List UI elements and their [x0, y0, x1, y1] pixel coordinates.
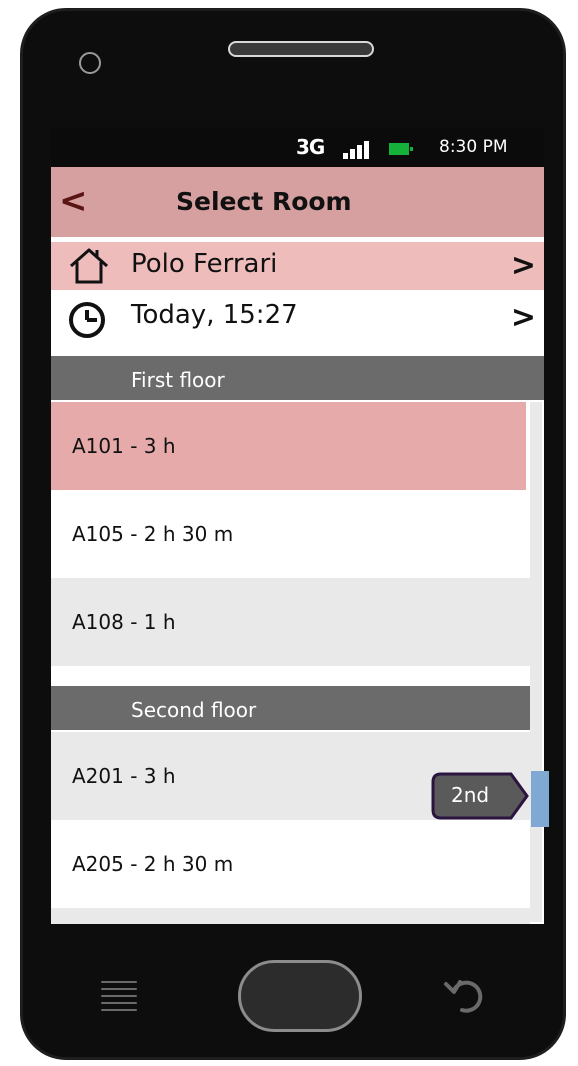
signal-bars-icon [343, 141, 371, 159]
speaker-grille [228, 41, 374, 57]
section-header-second-floor: Second floor [51, 686, 530, 730]
scroll-track[interactable] [530, 402, 542, 922]
back-arrow-icon[interactable] [440, 970, 490, 1020]
scroll-section-tooltip: 2nd [431, 772, 529, 820]
chevron-right-icon: > [510, 300, 536, 335]
tooltip-label: 2nd [451, 783, 490, 807]
camera-icon [79, 52, 101, 74]
room-label: A108 - 1 h [72, 610, 176, 634]
house-icon [70, 248, 108, 284]
page-title: Select Room [176, 187, 352, 216]
status-time: 8:30 PM [439, 137, 508, 157]
room-label: A201 - 3 h [72, 764, 176, 788]
chevron-right-icon: > [510, 248, 536, 283]
location-label: Polo Ferrari [131, 249, 278, 279]
section-title: Second floor [131, 698, 257, 722]
list-item[interactable] [51, 908, 530, 924]
list-item[interactable]: A105 - 2 h 30 m [51, 490, 530, 578]
list-item[interactable]: A108 - 1 h [51, 578, 530, 666]
title-bar: < Select Room [51, 167, 544, 237]
section-header-first-floor: First floor [51, 356, 544, 400]
list-item[interactable]: A205 - 2 h 30 m [51, 820, 530, 908]
home-button-icon[interactable] [238, 960, 362, 1032]
list-item[interactable]: A101 - 3 h [51, 402, 526, 490]
datetime-selector[interactable]: Today, 15:27 > [51, 290, 544, 348]
battery-icon [389, 143, 413, 155]
status-bar: 3G 8:30 PM [51, 128, 544, 167]
section-title: First floor [131, 368, 225, 392]
room-label: A105 - 2 h 30 m [72, 522, 234, 546]
room-label: A101 - 3 h [72, 434, 176, 458]
clock-icon [69, 302, 105, 338]
network-type: 3G [296, 135, 325, 159]
scroll-thumb[interactable] [531, 771, 549, 827]
room-label: A205 - 2 h 30 m [72, 852, 234, 876]
chevron-left-icon[interactable]: < [59, 181, 88, 221]
location-selector[interactable]: Polo Ferrari > [51, 242, 544, 290]
datetime-label: Today, 15:27 [131, 300, 298, 330]
menu-icon[interactable] [101, 979, 137, 1013]
